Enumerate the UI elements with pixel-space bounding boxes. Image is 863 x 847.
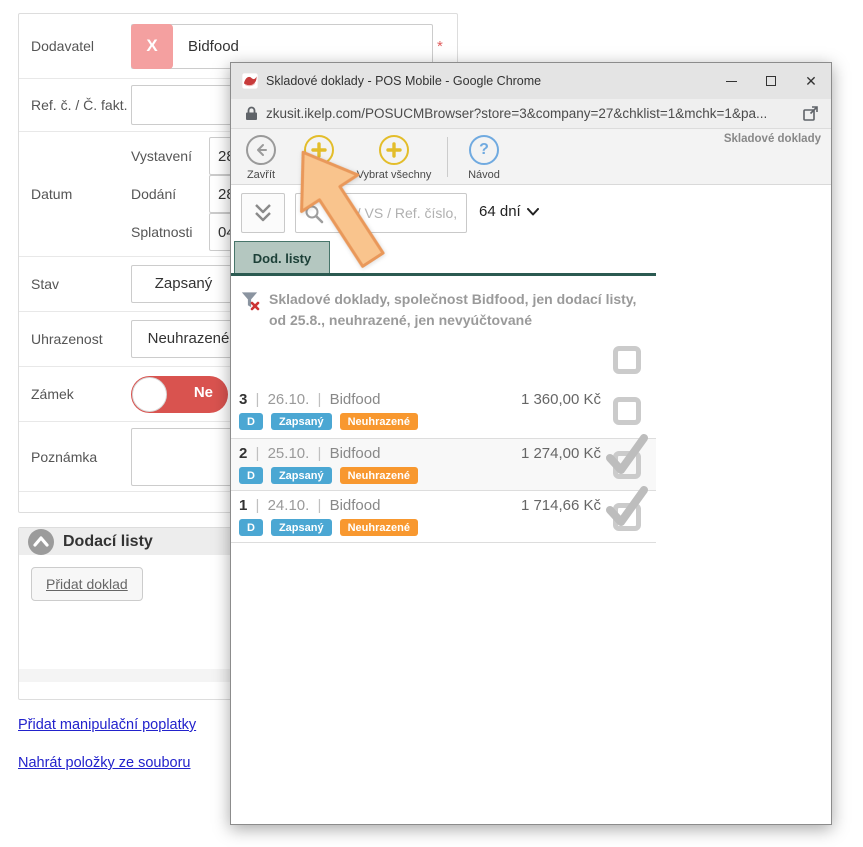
document-row[interactable]: 1 | 24.10. | Bidfood 1 714,66 Kč D Zapsa… <box>231 490 656 543</box>
select-all-button[interactable]: Vybrat všechny <box>349 135 439 181</box>
help-button[interactable]: ? Návod <box>459 135 509 181</box>
due-label: Splatnosti <box>131 224 209 240</box>
search-input[interactable] <box>328 194 464 232</box>
row-number: 2 <box>239 445 247 462</box>
row-checkbox[interactable] <box>613 397 641 425</box>
payment-badge: Neuhrazené <box>340 519 418 536</box>
required-asterisk: * <box>437 38 443 55</box>
tab-delivery-notes[interactable]: Dod. listy <box>234 241 330 274</box>
row-amount: 1 274,00 Kč <box>521 445 601 462</box>
row-company: Bidfood <box>330 391 381 408</box>
row-company: Bidfood <box>330 497 381 514</box>
chrome-popup-window: Skladové doklady - POS Mobile - Google C… <box>230 62 832 825</box>
payment-status-select[interactable]: Neuhrazené <box>131 320 246 358</box>
close-button[interactable]: ✕ <box>791 63 831 99</box>
type-badge: D <box>239 467 263 484</box>
row-number: 3 <box>239 391 247 408</box>
delivery-notes-title: Dodací listy <box>63 533 153 551</box>
expand-filters-button[interactable] <box>241 193 285 233</box>
double-chevron-down-icon <box>252 203 274 223</box>
select-button[interactable]: Vybrat <box>291 135 346 181</box>
note-label: Poznámka <box>19 449 131 465</box>
supplier-label: Dodavatel <box>19 38 131 54</box>
chevron-up-circle-icon[interactable] <box>28 529 54 555</box>
period-dropdown[interactable]: 64 dní <box>479 203 539 220</box>
back-arrow-icon <box>246 135 276 165</box>
filter-summary: Skladové doklady, společnost Bidfood, je… <box>237 289 639 331</box>
page-title: Skladové doklady <box>724 133 821 145</box>
minimize-button[interactable] <box>711 63 751 99</box>
row-date: 26.10. <box>268 391 310 408</box>
app-toolbar: Zavřít Vybrat Vybrat všechny ? Návod Skl… <box>231 129 831 185</box>
url-text: zkusit.ikelp.com/POSUCMBrowser?store=3&c… <box>266 106 802 121</box>
payment-status-label: Uhrazenost <box>19 331 131 347</box>
clear-filter-icon[interactable] <box>239 290 260 311</box>
add-document-button[interactable]: Přidat doklad <box>31 567 143 601</box>
filter-summary-text: Skladové doklady, společnost Bidfood, je… <box>269 291 636 328</box>
document-row[interactable]: 3 | 26.10. | Bidfood 1 360,00 Kč D Zapsa… <box>231 385 656 438</box>
question-icon: ? <box>469 135 499 165</box>
row-amount: 1 714,66 Kč <box>521 497 601 514</box>
row-company: Bidfood <box>330 445 381 462</box>
row-number: 1 <box>239 497 247 514</box>
reference-label: Ref. č. / Č. fakt. <box>19 97 131 113</box>
close-icon: ✕ <box>805 73 817 90</box>
document-row[interactable]: 2 | 25.10. | Bidfood 1 274,00 Kč D Zapsa… <box>231 438 656 490</box>
lock-toggle[interactable]: Ne <box>131 376 228 413</box>
address-bar[interactable]: zkusit.ikelp.com/POSUCMBrowser?store=3&c… <box>231 99 831 129</box>
toggle-state-label: Ne <box>194 384 213 401</box>
row-amount: 1 360,00 Kč <box>521 391 601 408</box>
window-titlebar[interactable]: Skladové doklady - POS Mobile - Google C… <box>231 63 831 99</box>
payment-badge: Neuhrazené <box>340 467 418 484</box>
toggle-knob-icon <box>132 377 167 412</box>
close-view-button[interactable]: Zavřít <box>239 135 283 181</box>
open-in-new-icon[interactable] <box>802 105 819 122</box>
type-badge: D <box>239 413 263 430</box>
payment-badge: Neuhrazené <box>340 413 418 430</box>
toolbar-separator <box>447 137 448 177</box>
delivery-label: Dodání <box>131 186 209 202</box>
clear-supplier-button[interactable]: X <box>131 24 173 69</box>
issued-label: Vystavení <box>131 148 209 164</box>
status-badge: Zapsaný <box>271 519 332 536</box>
pos-mobile-favicon <box>242 73 258 89</box>
plus-icon <box>304 135 334 165</box>
search-field <box>295 193 467 233</box>
tab-underline <box>231 273 656 276</box>
plus-icon <box>379 135 409 165</box>
maximize-icon <box>766 76 776 86</box>
status-select[interactable]: Zapsaný <box>131 265 236 303</box>
row-checkbox[interactable] <box>613 451 641 479</box>
chevron-down-icon <box>527 208 539 216</box>
header-checkbox[interactable] <box>613 346 641 374</box>
status-label: Stav <box>19 276 131 292</box>
status-badge: Zapsaný <box>271 467 332 484</box>
lock-label: Zámek <box>19 386 131 402</box>
load-items-from-file-link[interactable]: Nahrát položky ze souboru <box>18 755 191 771</box>
status-badge: Zapsaný <box>271 413 332 430</box>
row-checkbox[interactable] <box>613 503 641 531</box>
lock-icon <box>245 106 258 121</box>
minimize-icon <box>726 81 737 82</box>
row-date: 25.10. <box>268 445 310 462</box>
type-badge: D <box>239 519 263 536</box>
search-icon <box>304 204 324 224</box>
add-handling-fees-link[interactable]: Přidat manipulační poplatky <box>18 717 196 733</box>
window-title: Skladové doklady - POS Mobile - Google C… <box>266 74 711 88</box>
date-label: Datum <box>19 186 131 202</box>
maximize-button[interactable] <box>751 63 791 99</box>
row-date: 24.10. <box>268 497 310 514</box>
